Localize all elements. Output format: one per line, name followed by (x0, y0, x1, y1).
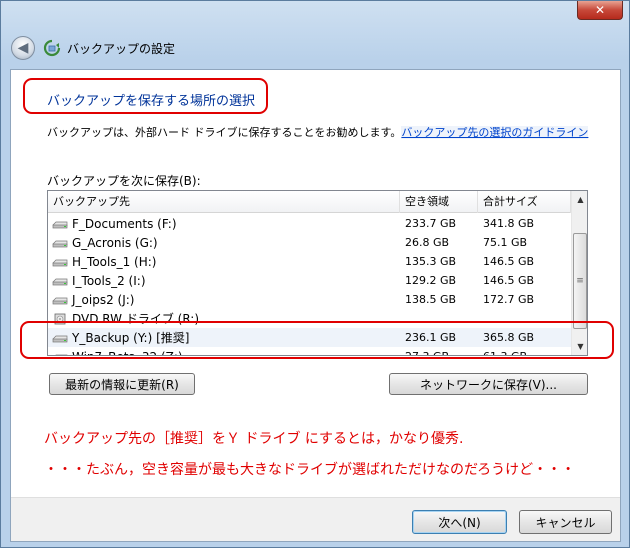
backup-icon (43, 39, 61, 57)
hard-drive-icon (52, 297, 68, 304)
row-destination-name: H_Tools_1 (H:) (72, 254, 157, 269)
row-destination-name: F_Documents (F:) (72, 216, 177, 231)
page-heading: バックアップを保存する場所の選択 (47, 94, 256, 109)
refresh-button[interactable]: 最新の情報に更新(R) (49, 373, 195, 395)
row-destination-name: J_oips2 (J:) (72, 292, 135, 307)
column-header-destination[interactable]: バックアップ先 (48, 191, 400, 213)
row-free-space: 26.8 GB (405, 236, 450, 249)
scroll-up-arrow-icon[interactable]: ▲ (572, 191, 587, 208)
annotation-note-1: バックアップ先の［推奨］をＹ ドライブ にするとは，かなり優秀. (44, 431, 464, 447)
row-total-size: 172.7 GB (483, 293, 535, 306)
row-destination-cell: G_Acronis (G:) (48, 236, 400, 250)
row-total-size: 341.8 GB (483, 217, 535, 230)
row-destination-name: I_Tools_2 (I:) (72, 273, 146, 288)
table-row[interactable]: G_Acronis (G:) 26.8 GB 75.1 GB (48, 233, 571, 252)
hard-drive-icon (52, 259, 68, 266)
row-free-space: 233.7 GB (405, 217, 457, 230)
description-body: バックアップは、外部ハード ドライブに保存することをお勧めします。 (47, 126, 402, 139)
save-destination-label: バックアップを次に保存(B): (47, 174, 201, 188)
row-free-space: 135.3 GB (405, 255, 457, 268)
column-header-free-space[interactable]: 空き領域 (400, 191, 478, 213)
row-destination-cell: J_oips2 (J:) (48, 293, 400, 307)
table-row[interactable]: J_oips2 (J:) 138.5 GB 172.7 GB (48, 290, 571, 309)
hard-drive-icon (52, 240, 68, 247)
cancel-button[interactable]: キャンセル (519, 510, 612, 534)
row-free-space: 138.5 GB (405, 293, 457, 306)
column-header-total-size[interactable]: 合計サイズ (478, 191, 571, 213)
description-text: バックアップは、外部ハード ドライブに保存することをお勧めします。バックアップ先… (47, 124, 589, 140)
row-total-size: 146.5 GB (483, 255, 535, 268)
table-row[interactable]: H_Tools_1 (H:) 135.3 GB 146.5 GB (48, 252, 571, 271)
row-destination-name: G_Acronis (G:) (72, 235, 158, 250)
hard-drive-icon (52, 278, 68, 285)
next-button[interactable]: 次へ(N) (412, 510, 507, 534)
row-destination-cell: F_Documents (F:) (48, 217, 400, 231)
guide-link[interactable]: バックアップ先の選択のガイドライン (401, 126, 589, 139)
selected-row-highlight-outline (20, 321, 614, 359)
row-free-space: 129.2 GB (405, 274, 457, 287)
scrollbar-thumb[interactable]: ≡ (573, 233, 587, 329)
close-button[interactable]: ✕ (577, 1, 623, 20)
content-panel: バックアップを保存する場所の選択 バックアップは、外部ハード ドライブに保存する… (10, 69, 621, 542)
close-icon: ✕ (594, 3, 606, 17)
list-header: バックアップ先 空き領域 合計サイズ (48, 191, 571, 213)
backup-settings-window: ✕ ◀ バックアップの設定 バックアップを保存する場所の選択 バックアップは、外… (0, 0, 630, 548)
hard-drive-icon (52, 221, 68, 228)
table-row[interactable]: I_Tools_2 (I:) 129.2 GB 146.5 GB (48, 271, 571, 290)
annotation-note-2: ・・・たぶん，空き容量が最も大きなドライブが選ばれただけなのだろうけど・・・ (44, 462, 576, 478)
back-button[interactable]: ◀ (11, 36, 35, 60)
window-title: バックアップの設定 (67, 42, 176, 56)
row-total-size: 75.1 GB (483, 236, 528, 249)
row-destination-cell: I_Tools_2 (I:) (48, 274, 400, 288)
save-on-network-button[interactable]: ネットワークに保存(V)... (389, 373, 588, 395)
row-total-size: 146.5 GB (483, 274, 535, 287)
back-arrow-icon: ◀ (17, 40, 29, 56)
table-row[interactable]: F_Documents (F:) 233.7 GB 341.8 GB (48, 214, 571, 233)
row-destination-cell: H_Tools_1 (H:) (48, 255, 400, 269)
